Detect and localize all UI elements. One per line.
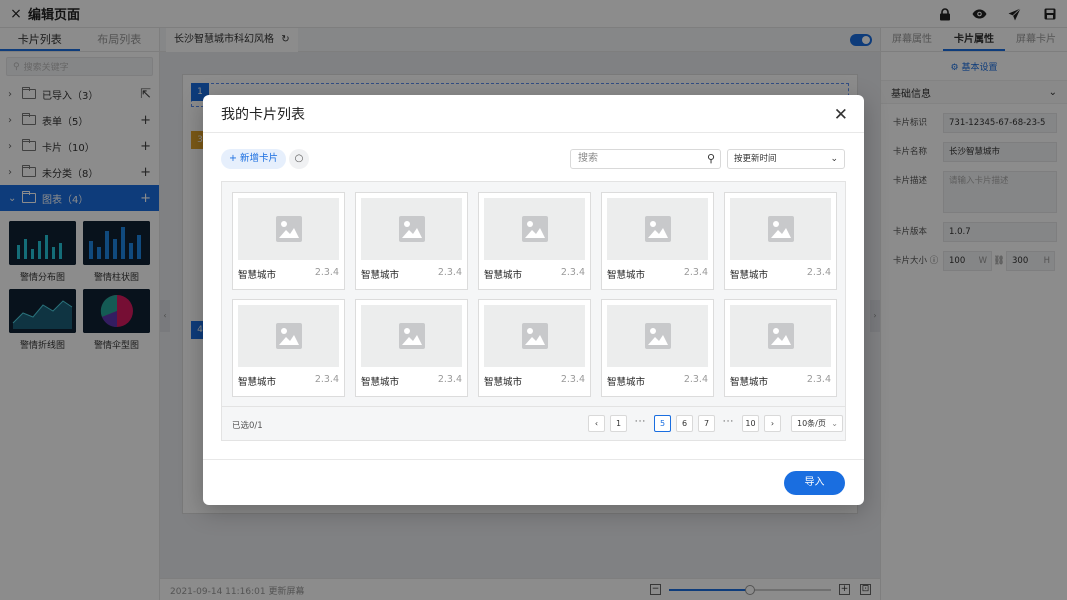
pagination: ‹ 1 ··· 5 6 7 ··· 10 › 10条/页 ⌄ <box>588 415 843 432</box>
search-placeholder: 搜索 <box>578 153 598 164</box>
dialog-toolbar: + 新增卡片 ○ 搜索 ⚲ 按更新时间 ⌄ <box>221 149 846 169</box>
image-placeholder-icon <box>767 323 794 349</box>
sort-value: 按更新时间 <box>734 154 777 164</box>
page-button[interactable]: 1 <box>610 415 627 432</box>
card-meta: 智慧城市 2.3.4 <box>356 260 467 281</box>
image-placeholder-icon <box>521 323 548 349</box>
card-item[interactable]: 智慧城市 2.3.4 <box>232 192 345 290</box>
card-item[interactable]: 智慧城市 2.3.4 <box>232 299 345 397</box>
card-version: 2.3.4 <box>683 374 708 385</box>
next-page-button[interactable]: › <box>764 415 781 432</box>
page-size-select[interactable]: 10条/页 ⌄ <box>791 415 843 432</box>
card-preview <box>607 305 708 367</box>
card-version: 2.3.4 <box>437 374 462 385</box>
card-meta: 智慧城市 2.3.4 <box>233 367 344 388</box>
page-button[interactable]: 6 <box>676 415 693 432</box>
grid-footer: 已选0/1 ‹ 1 ··· 5 6 7 ··· 10 › 10条/页 ⌄ <box>222 406 845 440</box>
sort-select[interactable]: 按更新时间 ⌄ <box>727 149 845 169</box>
card-name: 智慧城市 <box>607 377 646 388</box>
card-grid-container: 智慧城市 2.3.4 智慧城市 2.3.4 智慧城市 2.3.4 智慧城市 2.3.4 智慧城市… <box>221 181 846 441</box>
card-preview <box>730 198 831 260</box>
image-placeholder-icon <box>398 323 425 349</box>
image-placeholder-icon <box>644 323 671 349</box>
card-item[interactable]: 智慧城市 2.3.4 <box>355 299 468 397</box>
add-card-button[interactable]: + 新增卡片 <box>221 149 286 169</box>
card-meta: 智慧城市 2.3.4 <box>602 260 713 281</box>
card-version: 2.3.4 <box>314 267 339 278</box>
card-item[interactable]: 智慧城市 2.3.4 <box>724 192 837 290</box>
card-version: 2.3.4 <box>806 267 831 278</box>
dialog-title: 我的卡片列表 <box>221 106 305 123</box>
image-placeholder-icon <box>767 216 794 242</box>
card-meta: 智慧城市 2.3.4 <box>479 367 590 388</box>
card-list-dialog: 我的卡片列表 ✕ + 新增卡片 ○ 搜索 ⚲ 按更新时间 ⌄ 智慧城市 2.3.4… <box>203 95 864 505</box>
card-name: 智慧城市 <box>361 377 400 388</box>
card-meta: 智慧城市 2.3.4 <box>725 367 836 388</box>
card-name: 智慧城市 <box>484 270 523 281</box>
image-placeholder-icon <box>398 216 425 242</box>
card-meta: 智慧城市 2.3.4 <box>725 260 836 281</box>
card-meta: 智慧城市 2.3.4 <box>356 367 467 388</box>
card-version: 2.3.4 <box>314 374 339 385</box>
prev-page-button[interactable]: ‹ <box>588 415 605 432</box>
page-button[interactable]: 7 <box>698 415 715 432</box>
dialog-header: 我的卡片列表 <box>203 95 864 133</box>
card-version: 2.3.4 <box>683 267 708 278</box>
card-preview <box>484 305 585 367</box>
card-name: 智慧城市 <box>238 377 277 388</box>
card-item[interactable]: 智慧城市 2.3.4 <box>478 192 591 290</box>
card-item[interactable]: 智慧城市 2.3.4 <box>601 192 714 290</box>
dialog-footer: 导入 <box>203 459 864 505</box>
import-button[interactable]: 导入 <box>784 471 845 495</box>
card-version: 2.3.4 <box>806 374 831 385</box>
page-ellipsis[interactable]: ··· <box>720 415 737 432</box>
card-version: 2.3.4 <box>560 267 585 278</box>
card-name: 智慧城市 <box>730 377 769 388</box>
card-name: 智慧城市 <box>730 270 769 281</box>
card-grid: 智慧城市 2.3.4 智慧城市 2.3.4 智慧城市 2.3.4 智慧城市 2.3.4 智慧城市… <box>232 192 837 397</box>
card-name: 智慧城市 <box>607 270 646 281</box>
card-name: 智慧城市 <box>238 270 277 281</box>
card-item[interactable]: 智慧城市 2.3.4 <box>724 299 837 397</box>
selection-count: 已选0/1 <box>232 421 263 431</box>
page-ellipsis[interactable]: ··· <box>632 415 649 432</box>
card-preview <box>484 198 585 260</box>
page-size-value: 10条/页 <box>797 419 826 428</box>
page-button[interactable]: 10 <box>742 415 759 432</box>
card-item[interactable]: 智慧城市 2.3.4 <box>478 299 591 397</box>
close-icon[interactable]: ✕ <box>834 105 848 125</box>
card-meta: 智慧城市 2.3.4 <box>479 260 590 281</box>
search-input[interactable]: 搜索 ⚲ <box>570 149 721 169</box>
page-button-current[interactable]: 5 <box>654 415 671 432</box>
card-meta: 智慧城市 2.3.4 <box>233 260 344 281</box>
card-version: 2.3.4 <box>437 267 462 278</box>
card-preview <box>361 305 462 367</box>
card-preview <box>238 305 339 367</box>
card-preview <box>361 198 462 260</box>
image-placeholder-icon <box>521 216 548 242</box>
card-meta: 智慧城市 2.3.4 <box>602 367 713 388</box>
chevron-down-icon: ⌄ <box>830 154 838 164</box>
card-preview <box>607 198 708 260</box>
card-item[interactable]: 智慧城市 2.3.4 <box>355 192 468 290</box>
card-preview <box>238 198 339 260</box>
card-version: 2.3.4 <box>560 374 585 385</box>
card-preview <box>730 305 831 367</box>
refresh-button[interactable]: ○ <box>289 149 309 169</box>
card-item[interactable]: 智慧城市 2.3.4 <box>601 299 714 397</box>
image-placeholder-icon <box>275 216 302 242</box>
card-name: 智慧城市 <box>361 270 400 281</box>
image-placeholder-icon <box>275 323 302 349</box>
card-name: 智慧城市 <box>484 377 523 388</box>
image-placeholder-icon <box>644 216 671 242</box>
search-icon[interactable]: ⚲ <box>707 150 715 168</box>
chevron-down-icon: ⌄ <box>831 419 838 428</box>
